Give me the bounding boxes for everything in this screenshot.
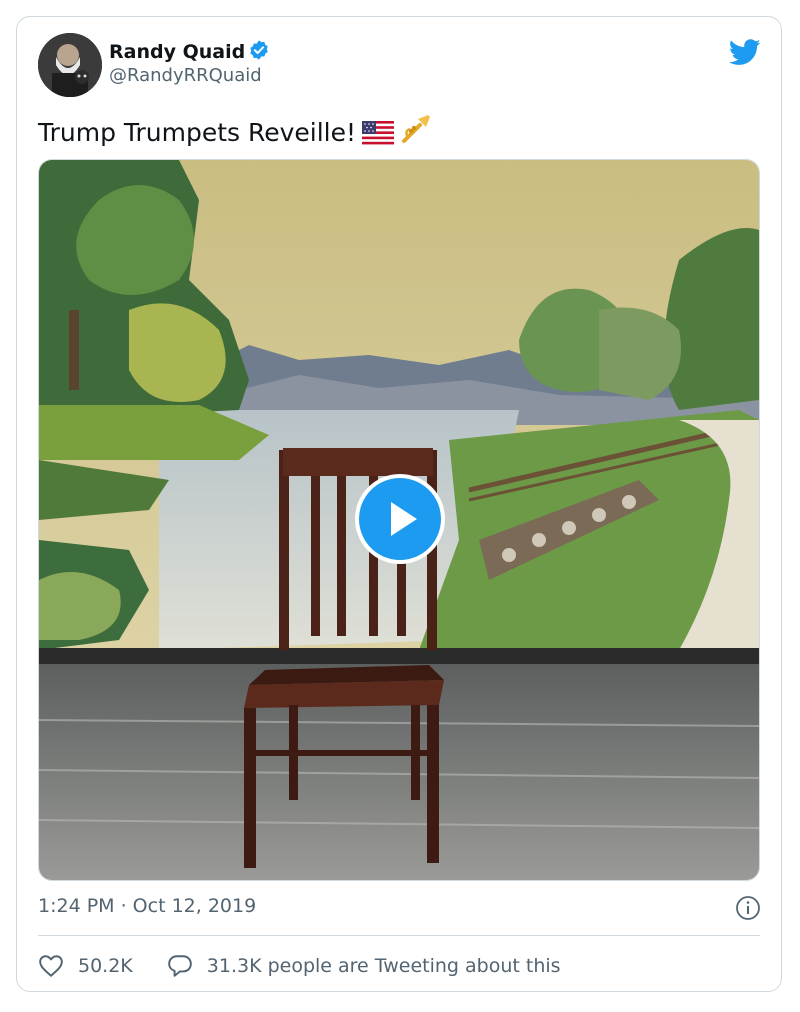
play-icon bbox=[391, 502, 417, 536]
play-button[interactable] bbox=[355, 474, 445, 564]
reply-bubble-icon bbox=[167, 955, 192, 977]
tweet-timestamp[interactable]: 1:24 PM · Oct 12, 2019 bbox=[38, 895, 256, 917]
tweet-card[interactable]: Randy Quaid @RandyRRQuaid Trump Trumpets… bbox=[16, 16, 782, 992]
author-name[interactable]: Randy Quaid bbox=[109, 39, 270, 66]
author-handle[interactable]: @RandyRRQuaid bbox=[109, 65, 262, 86]
conversation-text: 31.3K people are Tweeting about this bbox=[206, 955, 561, 977]
twitter-bird-icon[interactable] bbox=[728, 39, 761, 70]
verified-badge-icon bbox=[248, 39, 270, 66]
info-icon[interactable] bbox=[735, 895, 761, 925]
trumpet-emoji-icon bbox=[400, 113, 432, 151]
conversation-button[interactable]: 31.3K people are Tweeting about this bbox=[167, 954, 561, 978]
avatar[interactable] bbox=[38, 33, 102, 97]
tweet-text-content: Trump Trumpets Reveille! bbox=[38, 118, 357, 147]
us-flag-emoji-icon bbox=[362, 121, 395, 151]
like-count: 50.2K bbox=[78, 955, 133, 977]
divider bbox=[38, 935, 760, 936]
heart-icon bbox=[39, 955, 63, 977]
author-name-text: Randy Quaid bbox=[109, 41, 246, 63]
video-player[interactable] bbox=[38, 159, 760, 881]
tweet-text: Trump Trumpets Reveille! bbox=[38, 113, 432, 151]
like-button[interactable]: 50.2K bbox=[38, 954, 133, 978]
tweet-actions: 50.2K 31.3K people are Tweeting about th… bbox=[38, 951, 561, 981]
